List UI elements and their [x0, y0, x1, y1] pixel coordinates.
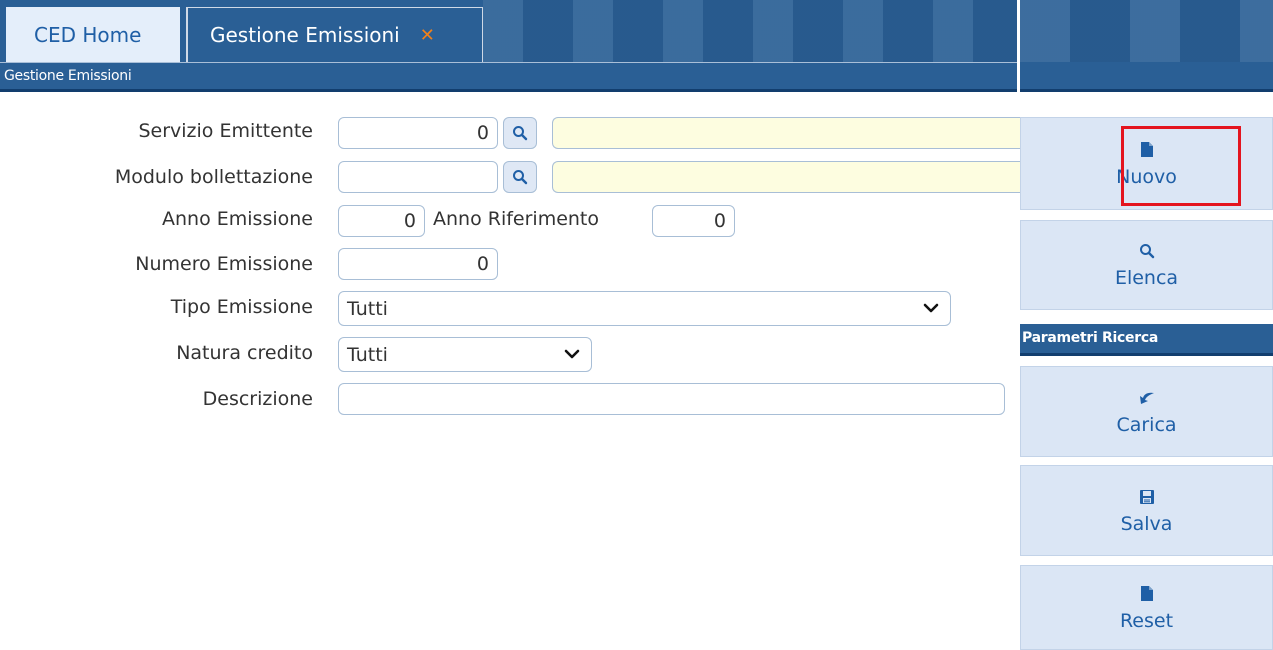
close-icon[interactable]: ✕ — [420, 25, 435, 46]
parametri-ricerca-header: Parametri Ricerca — [1020, 324, 1273, 356]
tab-gestione-emissioni-label: Gestione Emissioni — [210, 23, 400, 47]
anno-emissione-input[interactable]: 0 — [338, 205, 425, 237]
search-icon — [513, 126, 528, 141]
right-subheader — [1020, 62, 1273, 92]
undo-icon — [1139, 388, 1155, 408]
header-decoration — [483, 0, 1017, 62]
salva-button[interactable]: Salva — [1020, 465, 1273, 556]
numero-emissione-label: Numero Emissione — [135, 253, 313, 275]
chevron-down-icon — [564, 349, 580, 359]
descrizione-input[interactable] — [338, 383, 1005, 415]
chevron-down-icon — [923, 303, 939, 313]
modulo-bollettazione-input[interactable] — [338, 161, 498, 193]
carica-label: Carica — [1116, 413, 1177, 436]
anno-emissione-label: Anno Emissione — [162, 208, 313, 230]
tab-ced-home-label: CED Home — [34, 22, 142, 47]
breadcrumb-bar: Gestione Emissioni — [0, 62, 1017, 92]
right-header — [1020, 0, 1273, 62]
search-icon — [513, 170, 528, 185]
modulo-bollettazione-label: Modulo bollettazione — [114, 166, 313, 188]
descrizione-label: Descrizione — [202, 388, 313, 410]
salva-label: Salva — [1120, 512, 1173, 535]
servizio-emittente-input[interactable]: 0 — [338, 117, 498, 149]
tab-gestione-emissioni[interactable]: Gestione Emissioni ✕ — [186, 7, 483, 62]
anno-riferimento-label: Anno Riferimento — [433, 208, 600, 230]
nuovo-highlight — [1121, 126, 1241, 206]
modulo-bollettazione-search-button[interactable] — [503, 161, 537, 193]
tipo-emissione-select[interactable]: Tutti — [338, 291, 951, 326]
servizio-emittente-search-button[interactable] — [503, 117, 537, 149]
tab-bar: CED Home Gestione Emissioni ✕ — [0, 0, 1017, 62]
natura-credito-label: Natura credito — [176, 342, 313, 364]
numero-emissione-input[interactable]: 0 — [338, 248, 498, 280]
breadcrumb: Gestione Emissioni — [4, 68, 132, 84]
elenca-label: Elenca — [1114, 267, 1179, 289]
reset-button[interactable]: Reset — [1020, 565, 1273, 650]
carica-button[interactable]: Carica — [1020, 366, 1273, 457]
tab-ced-home[interactable]: CED Home — [6, 7, 180, 62]
elenca-button[interactable]: Elenca — [1020, 220, 1273, 310]
tipo-emissione-label: Tipo Emissione — [170, 296, 313, 318]
natura-credito-selected: Tutti — [347, 343, 388, 366]
modulo-bollettazione-description — [552, 161, 1020, 193]
natura-credito-select[interactable]: Tutti — [338, 337, 592, 372]
reset-label: Reset — [1119, 609, 1174, 632]
save-icon — [1139, 487, 1155, 507]
anno-riferimento-input[interactable]: 0 — [652, 205, 735, 237]
new-file-icon — [1140, 584, 1154, 604]
servizio-emittente-description — [552, 117, 1020, 149]
search-icon — [1139, 241, 1155, 261]
header-decoration-right — [1020, 0, 1273, 62]
servizio-emittente-label: Servizio Emittente — [138, 120, 313, 142]
tipo-emissione-selected: Tutti — [347, 297, 388, 320]
